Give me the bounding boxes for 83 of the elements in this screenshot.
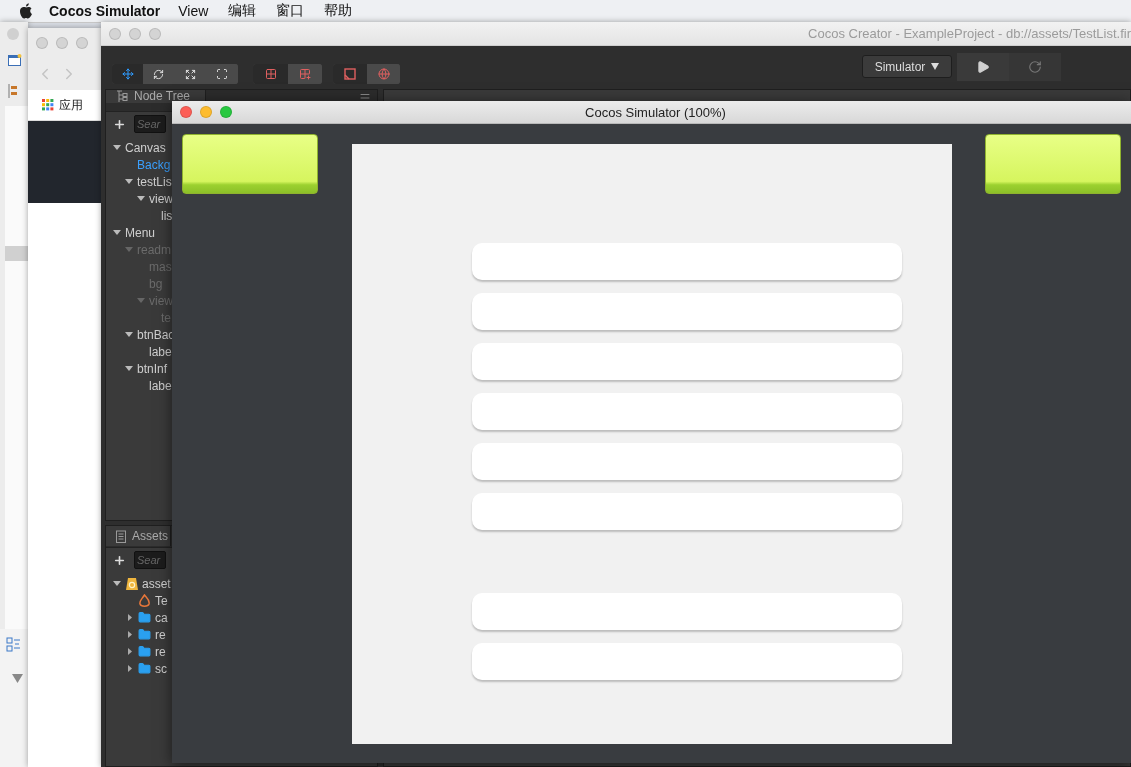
- asset-label[interactable]: asset: [142, 576, 171, 591]
- folder-icon: [138, 645, 151, 658]
- globe-icon: [377, 68, 390, 80]
- menu-item[interactable]: 帮助: [324, 2, 353, 20]
- caret-right-icon[interactable]: [126, 614, 134, 621]
- outline-icon[interactable]: [6, 637, 21, 652]
- search-field[interactable]: Sear: [134, 551, 166, 569]
- minimize-button[interactable]: [56, 37, 68, 49]
- caret-right-icon[interactable]: [126, 631, 134, 638]
- folder-icon: [138, 662, 151, 675]
- corner-frame-icon: [344, 68, 356, 80]
- node-label[interactable]: Backg: [137, 157, 171, 172]
- add-icon[interactable]: [113, 117, 126, 131]
- folder-icon: [138, 628, 151, 641]
- asset-label[interactable]: Te: [155, 593, 168, 608]
- clipboard-icon: [116, 529, 126, 543]
- node-label[interactable]: btnBac: [137, 327, 175, 342]
- node-label[interactable]: labe: [149, 378, 172, 393]
- panel-tab[interactable]: Assets: [106, 526, 171, 546]
- node-label[interactable]: testLis: [137, 174, 172, 189]
- tree-icon: [116, 90, 128, 103]
- add-icon[interactable]: [113, 553, 126, 567]
- refresh-icon: [1028, 60, 1042, 74]
- minimize-button[interactable]: [200, 106, 212, 118]
- zoom-button[interactable]: [149, 27, 161, 40]
- caret-down-icon[interactable]: [137, 195, 145, 202]
- run-target-dropdown[interactable]: Simulator: [862, 55, 952, 78]
- scale-icon: [184, 68, 196, 80]
- caret-down-icon[interactable]: [113, 580, 121, 587]
- asset-label[interactable]: sc: [155, 661, 167, 676]
- window-title: Cocos Simulator (100%): [584, 104, 727, 120]
- asset-label[interactable]: re: [155, 644, 166, 659]
- tool-button[interactable]: [333, 64, 367, 84]
- close-button[interactable]: [109, 27, 121, 40]
- asset-label[interactable]: re: [155, 627, 166, 642]
- move-icon: [121, 68, 134, 80]
- node-label[interactable]: btnInf: [137, 361, 168, 376]
- caret-right-icon[interactable]: [126, 648, 134, 655]
- rotate-icon: [153, 68, 164, 80]
- bookmark-link[interactable]: 应用: [59, 96, 83, 114]
- window-icon[interactable]: [8, 54, 22, 66]
- tool-button[interactable]: [112, 64, 143, 84]
- caret-down-icon[interactable]: [12, 674, 23, 683]
- play-button[interactable]: [957, 53, 1009, 81]
- apps-grid-icon[interactable]: [42, 99, 54, 111]
- node-label[interactable]: lis: [161, 208, 173, 223]
- node-label[interactable]: Menu: [125, 225, 156, 240]
- menu-item[interactable]: View: [178, 3, 209, 19]
- panel-tab[interactable]: Node Tree: [106, 90, 206, 103]
- rect-icon: [216, 68, 228, 80]
- grid-plus-icon: [299, 68, 311, 80]
- grid-icon: [264, 68, 277, 80]
- flame-icon: [138, 593, 151, 608]
- window-title: Cocos Creator - ExampleProject - db://assets/TestList.fir: [808, 26, 1131, 41]
- close-button[interactable]: [180, 106, 192, 118]
- caret-down-icon[interactable]: [113, 144, 121, 151]
- node-label[interactable]: labe: [149, 344, 172, 359]
- caret-down-icon[interactable]: [125, 331, 133, 338]
- close-button[interactable]: [36, 37, 48, 49]
- search-field[interactable]: Sear: [134, 115, 166, 133]
- node-label[interactable]: Canvas: [125, 140, 166, 155]
- caret-down-icon[interactable]: [125, 365, 133, 372]
- game-button[interactable]: [985, 134, 1121, 194]
- minimize-button[interactable]: [129, 27, 141, 40]
- menu-item[interactable]: 窗口: [276, 2, 305, 20]
- node-label[interactable]: view: [149, 191, 173, 206]
- caret-right-icon[interactable]: [126, 665, 134, 672]
- database-icon: [125, 576, 139, 591]
- menu-item[interactable]: 编辑: [228, 2, 257, 20]
- selected-row[interactable]: [5, 246, 28, 261]
- caret-down-icon[interactable]: [113, 229, 121, 236]
- folder-icon: [138, 611, 151, 624]
- zoom-button[interactable]: [220, 106, 232, 118]
- hierarchy-icon[interactable]: [8, 84, 18, 98]
- tool-button[interactable]: [253, 64, 288, 84]
- caret-down-icon[interactable]: [125, 178, 133, 185]
- caret-down-icon: [931, 63, 940, 70]
- asset-label[interactable]: ca: [155, 610, 168, 625]
- game-button[interactable]: [182, 134, 318, 194]
- zoom-button[interactable]: [76, 37, 88, 49]
- app-menu[interactable]: Cocos Simulator: [49, 3, 161, 19]
- play-icon: [976, 60, 990, 74]
- apple-icon[interactable]: [19, 3, 33, 19]
